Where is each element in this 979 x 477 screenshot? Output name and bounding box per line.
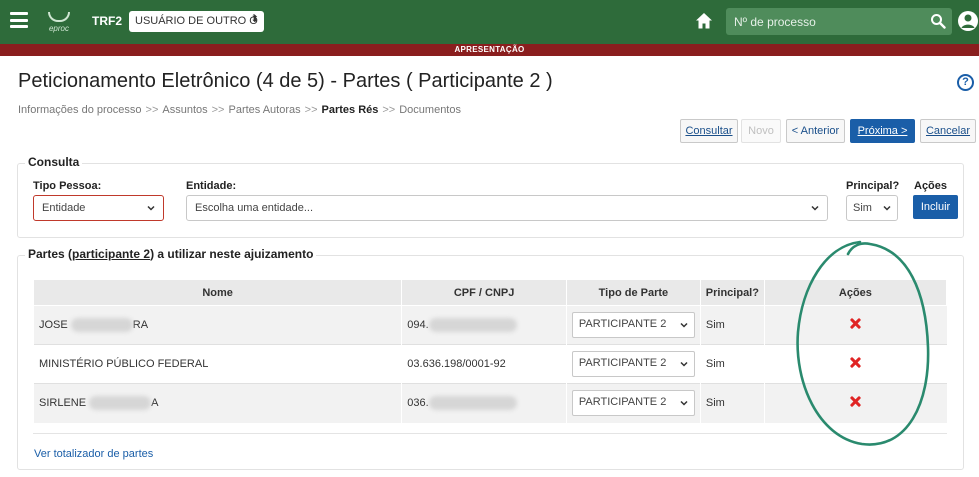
breadcrumb-separator: >> bbox=[211, 104, 225, 116]
table-header-row: Nome CPF / CNPJ Tipo de Parte Principal?… bbox=[32, 279, 948, 306]
party-name-cell: JOSE RA bbox=[32, 305, 402, 345]
entidade-label: Entidade: bbox=[186, 180, 237, 192]
consulta-legend: Consulta bbox=[25, 155, 83, 169]
column-header-acoes: Ações bbox=[763, 279, 948, 306]
breadcrumb-item-partes-autoras[interactable]: Partes Autoras bbox=[228, 104, 300, 116]
redacted-text bbox=[428, 396, 517, 411]
redacted-text bbox=[70, 318, 133, 332]
user-account-icon[interactable] bbox=[957, 9, 979, 33]
tipo-pessoa-select[interactable]: Entidade bbox=[33, 195, 164, 221]
chevron-down-icon bbox=[680, 401, 688, 406]
party-actions-cell bbox=[763, 344, 947, 384]
party-actions-cell bbox=[763, 383, 947, 423]
proxima-button[interactable]: Próxima > bbox=[850, 119, 915, 143]
chevron-down-icon bbox=[811, 205, 819, 211]
party-document-cell: 094. bbox=[401, 305, 567, 345]
process-search bbox=[726, 8, 952, 35]
column-header-nome: Nome bbox=[32, 279, 403, 306]
org-label: TRF2 bbox=[92, 14, 122, 28]
page-title: Peticionamento Eletrônico (4 de 5) - Par… bbox=[18, 70, 553, 92]
hamburger-menu-icon[interactable] bbox=[10, 12, 28, 28]
delete-icon[interactable] bbox=[850, 318, 861, 329]
party-document-cell: 036. bbox=[401, 383, 567, 423]
acoes-label: Ações bbox=[914, 180, 948, 192]
breadcrumb-separator: >> bbox=[304, 104, 318, 116]
table-row: JOSE RA 094. PARTICIPANTE 2 Sim bbox=[32, 305, 947, 345]
breadcrumb-item-informacoes[interactable]: Informações do processo bbox=[18, 104, 142, 116]
principal-select[interactable]: Sim bbox=[846, 195, 898, 221]
search-icon[interactable] bbox=[930, 13, 946, 29]
tipo-parte-select[interactable]: PARTICIPANTE 2 bbox=[571, 390, 695, 417]
home-icon[interactable] bbox=[695, 12, 713, 30]
parties-table: Nome CPF / CNPJ Tipo de Parte Principal?… bbox=[32, 279, 948, 423]
section-divider bbox=[33, 433, 947, 434]
redacted-text bbox=[428, 318, 517, 332]
party-type-cell: PARTICIPANTE 2 bbox=[565, 344, 701, 384]
redacted-text bbox=[89, 396, 152, 411]
process-number-input[interactable] bbox=[726, 8, 926, 35]
party-type-cell: PARTICIPANTE 2 bbox=[565, 305, 701, 345]
chevron-down-icon bbox=[680, 322, 688, 328]
breadcrumb-item-partes-res: Partes Rés bbox=[321, 104, 379, 116]
entidade-select[interactable]: Escolha uma entidade... bbox=[186, 195, 828, 221]
breadcrumb-separator: >> bbox=[382, 104, 396, 116]
tipo-parte-select[interactable]: PARTICIPANTE 2 bbox=[571, 351, 695, 377]
chevron-down-icon bbox=[883, 205, 891, 211]
help-icon[interactable]: ? bbox=[957, 74, 974, 91]
column-header-cpf-cnpj: CPF / CNPJ bbox=[401, 279, 567, 306]
party-type-cell: PARTICIPANTE 2 bbox=[565, 383, 701, 423]
environment-banner: APRESENTAÇÃO bbox=[0, 44, 979, 56]
participante-link[interactable]: participante 2 bbox=[72, 247, 150, 261]
column-header-principal: Principal? bbox=[699, 279, 765, 306]
novo-button: Novo bbox=[741, 119, 781, 143]
tipo-pessoa-label: Tipo Pessoa: bbox=[33, 180, 102, 192]
breadcrumb: Informações do processo >> Assuntos >> Parte… bbox=[18, 104, 461, 116]
chevron-down-icon bbox=[147, 205, 155, 211]
party-principal-cell: Sim bbox=[699, 344, 765, 384]
incluir-button[interactable]: Incluir bbox=[913, 195, 958, 219]
delete-icon[interactable] bbox=[850, 396, 861, 407]
eproc-logo[interactable]: eproc bbox=[38, 6, 80, 38]
party-name-cell: MINISTÉRIO PÚBLICO FEDERAL bbox=[32, 344, 402, 384]
table-row: SIRLENE A 036. PARTICIPANTE 2 Sim bbox=[32, 383, 947, 423]
partes-legend: Partes (participante 2) a utilizar neste… bbox=[25, 247, 317, 261]
user-profile-select[interactable]: USUÁRIO DE OUTRO Ó ⬍ bbox=[129, 11, 264, 32]
totalizador-link[interactable]: Ver totalizador de partes bbox=[34, 448, 153, 460]
tipo-parte-select[interactable]: PARTICIPANTE 2 bbox=[571, 312, 695, 338]
breadcrumb-item-documentos[interactable]: Documentos bbox=[399, 104, 461, 116]
table-row: MINISTÉRIO PÚBLICO FEDERAL 03.636.198/00… bbox=[32, 344, 947, 384]
top-navigation-bar: eproc TRF2 USUÁRIO DE OUTRO Ó ⬍ bbox=[0, 0, 979, 44]
party-document-cell: 03.636.198/0001-92 bbox=[401, 344, 567, 384]
principal-label: Principal? bbox=[846, 180, 900, 192]
column-header-tipo-parte: Tipo de Parte bbox=[565, 279, 701, 306]
breadcrumb-item-assuntos[interactable]: Assuntos bbox=[162, 104, 207, 116]
party-principal-cell: Sim bbox=[699, 305, 765, 345]
party-name-cell: SIRLENE A bbox=[32, 383, 402, 423]
cancelar-button[interactable]: Cancelar bbox=[920, 119, 976, 143]
select-arrows-icon: ⬍ bbox=[250, 14, 259, 25]
delete-icon[interactable] bbox=[850, 357, 861, 368]
chevron-down-icon bbox=[680, 361, 688, 367]
party-principal-cell: Sim bbox=[699, 383, 765, 423]
anterior-button[interactable]: < Anterior bbox=[786, 119, 845, 143]
consultar-button[interactable]: Consultar bbox=[680, 119, 738, 143]
party-actions-cell bbox=[763, 305, 947, 345]
breadcrumb-separator: >> bbox=[145, 104, 159, 116]
